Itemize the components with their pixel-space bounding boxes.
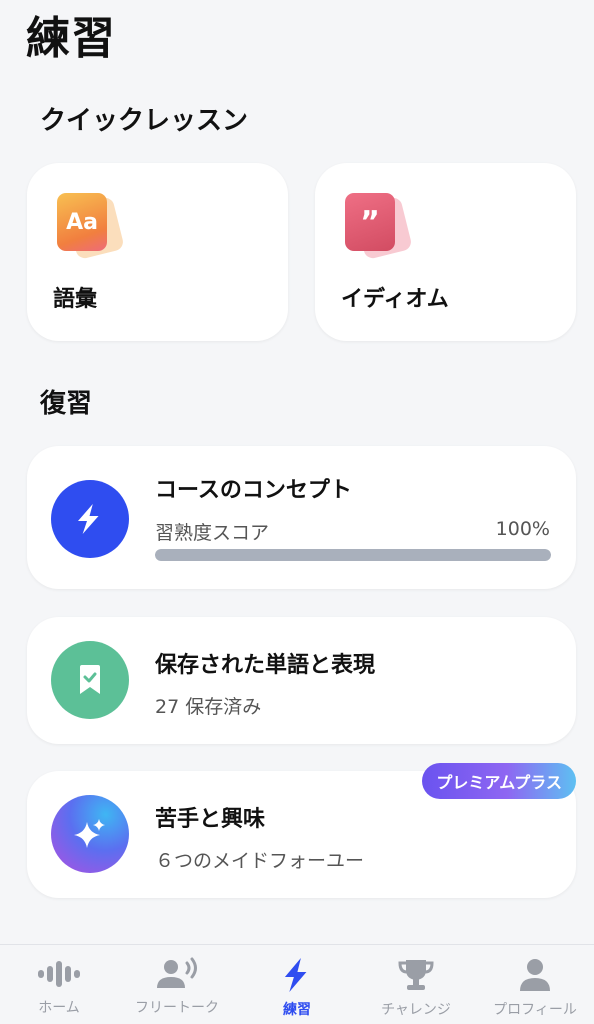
tab-practice-label: 練習 bbox=[283, 1002, 311, 1018]
person-icon bbox=[520, 959, 550, 991]
tab-profile-label: プロフィール bbox=[493, 1002, 577, 1018]
mastery-score-label: 習熟度スコア bbox=[155, 522, 270, 544]
bookmark-check-icon bbox=[51, 641, 129, 719]
saved-count: 27 保存済み bbox=[155, 696, 262, 718]
free-talk-person-speaking-icon bbox=[157, 957, 197, 988]
course-concepts-card[interactable]: コースのコンセプト 習熟度スコア 100% bbox=[27, 446, 576, 589]
idiom-card[interactable]: ” イディオム bbox=[315, 163, 576, 341]
vocabulary-label: 語彙 bbox=[53, 287, 98, 312]
tab-free-talk-label: フリートーク bbox=[135, 1000, 219, 1016]
quick-lessons-heading: クイックレッスン bbox=[40, 106, 249, 136]
lightning-icon bbox=[51, 480, 129, 558]
saved-words-card[interactable]: 保存された単語と表現 27 保存済み bbox=[27, 617, 576, 744]
mastery-score-percent: 100% bbox=[495, 518, 550, 540]
vocabulary-card[interactable]: Aa 語彙 bbox=[27, 163, 288, 341]
tab-challenge[interactable]: チャレンジ bbox=[357, 945, 475, 1024]
tab-challenge-label: チャレンジ bbox=[381, 1002, 451, 1018]
mastery-progress-bar bbox=[155, 549, 551, 561]
page-title: 練習 bbox=[26, 13, 116, 64]
sparkle-icon bbox=[51, 795, 129, 873]
review-heading: 復習 bbox=[40, 389, 93, 419]
tab-practice[interactable]: 練習 bbox=[238, 945, 356, 1024]
tab-free-talk[interactable]: フリートーク bbox=[118, 945, 236, 1024]
idiom-quote-cards-icon: ” bbox=[345, 193, 415, 261]
vocabulary-cards-icon: Aa bbox=[57, 193, 127, 261]
idiom-label: イディオム bbox=[341, 287, 449, 312]
premium-plus-badge: プレミアムプラス bbox=[422, 763, 576, 799]
weak-and-interests-title: 苦手と興味 bbox=[155, 807, 266, 832]
tab-home[interactable]: ホーム bbox=[0, 945, 118, 1024]
home-waveform-icon bbox=[38, 961, 80, 987]
saved-words-title: 保存された単語と表現 bbox=[155, 653, 376, 678]
tab-home-label: ホーム bbox=[38, 1000, 80, 1016]
weak-and-interests-card[interactable]: プレミアムプラス 苦手と興味 ６つのメイドフォーユー bbox=[27, 763, 576, 898]
mastery-progress-fill bbox=[155, 549, 551, 561]
trophy-icon bbox=[398, 960, 434, 990]
made-for-you-count: ６つのメイドフォーユー bbox=[155, 850, 365, 872]
course-concepts-title: コースのコンセプト bbox=[155, 478, 352, 503]
tab-profile[interactable]: プロフィール bbox=[476, 945, 594, 1024]
bottom-tab-bar: ホーム フリートーク 練習 チャレンジ プロフィール bbox=[0, 944, 594, 1024]
lightning-icon bbox=[284, 958, 307, 992]
